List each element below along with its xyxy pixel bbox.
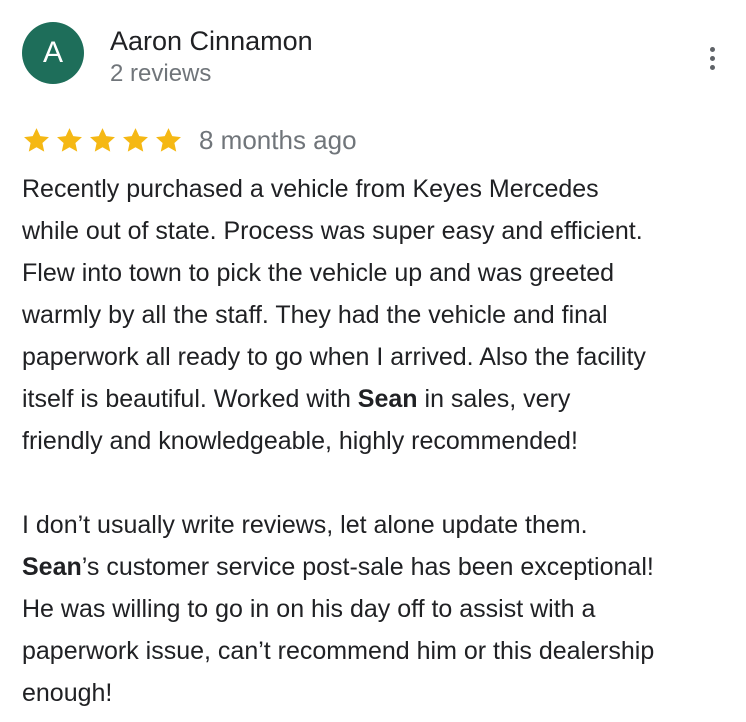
- review-line: while out of state. Process was super ea…: [22, 217, 643, 245]
- star-icon: [24, 127, 49, 152]
- menu-dot: [709, 46, 715, 52]
- rating-row: 8 months ago: [22, 122, 357, 158]
- star-icon: [123, 127, 148, 152]
- review-line: paperwork issue, can’t recommend him or …: [22, 637, 655, 665]
- review-line: I don’t usually write reviews, let alone…: [22, 511, 588, 539]
- star-icon: [57, 127, 82, 152]
- avatar[interactable]: A: [22, 22, 84, 84]
- menu-dot: [709, 64, 715, 70]
- review-text-segment: in sales, very: [417, 385, 571, 413]
- more-vert-icon[interactable]: [696, 38, 728, 78]
- review-time: 8 months ago: [199, 125, 357, 155]
- review-paragraph: I don’t usually write reviews, let alone…: [22, 504, 740, 714]
- review-line: paperwork all ready to go when I arrived…: [22, 343, 646, 371]
- reviewer-name[interactable]: Aaron Cinnamon: [110, 24, 313, 58]
- star-rating: [22, 126, 183, 155]
- review-line: He was willing to go in on his day off t…: [22, 595, 596, 623]
- review-line: Flew into town to pick the vehicle up an…: [22, 259, 615, 287]
- review-count[interactable]: 2 reviews: [110, 59, 211, 89]
- menu-dot: [709, 55, 715, 61]
- review-line: warmly by all the staff. They had the ve…: [22, 301, 608, 329]
- star-icon: [90, 127, 115, 152]
- review-paragraph: Recently purchased a vehicle from Keyes …: [22, 168, 740, 462]
- review-text-segment: itself is beautiful. Worked with: [22, 385, 358, 413]
- review-text-segment: ’s customer service post-sale has been e…: [81, 553, 654, 581]
- highlighted-name: Sean: [22, 553, 82, 581]
- review-line: itself is beautiful. Worked with Sean in…: [22, 378, 740, 420]
- review-line: Recently purchased a vehicle from Keyes …: [22, 175, 599, 203]
- review-line: friendly and knowledgeable, highly recom…: [22, 427, 578, 455]
- star-icon: [156, 127, 181, 152]
- review-line: enough!: [22, 679, 113, 707]
- review-text: Recently purchased a vehicle from Keyes …: [22, 168, 740, 714]
- highlighted-name: Sean: [357, 385, 418, 413]
- review-line: Sean’s customer service post-sale has be…: [22, 546, 740, 588]
